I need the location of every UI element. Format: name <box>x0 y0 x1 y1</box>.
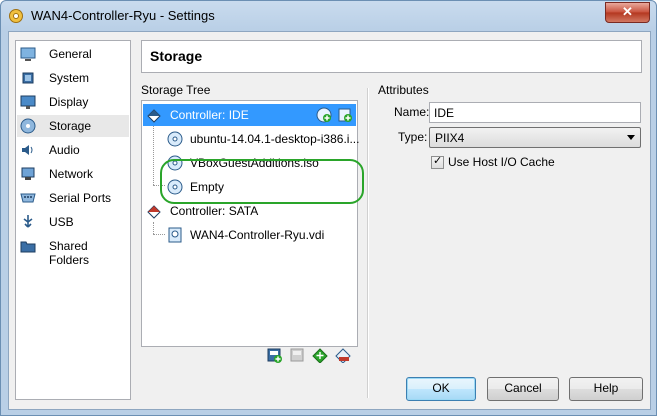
type-select[interactable]: PIIX4 <box>429 127 641 148</box>
sidebar-item-label: USB <box>49 215 74 229</box>
help-button[interactable]: Help <box>569 377 643 401</box>
sidebar-item-storage[interactable]: Storage <box>17 115 129 137</box>
folder-icon <box>20 241 36 253</box>
settings-window: WAN4-Controller-Ryu - Settings ✕ General… <box>0 0 657 416</box>
sidebar-item-label: Shared Folders <box>49 239 90 267</box>
sidebar-item-label: Network <box>49 167 94 181</box>
tree-item-vdi-disk[interactable]: WAN4-Controller-Ryu.vdi <box>143 224 356 246</box>
sidebar-item-usb[interactable]: USB <box>17 211 129 233</box>
sidebar-item-label: System <box>49 71 90 85</box>
tree-item-ubuntu-iso[interactable]: ubuntu-14.04.1-desktop-i386.i... <box>143 128 360 150</box>
sidebar-item-network[interactable]: Network <box>17 163 129 185</box>
disk-icon <box>20 118 36 134</box>
name-value: IDE <box>434 106 455 120</box>
type-label: Type: <box>398 130 428 144</box>
network-icon <box>21 167 35 180</box>
tree-item-label: WAN4-Controller-Ryu.vdi <box>190 228 325 242</box>
monitor-icon <box>20 47 36 61</box>
remove-controller-icon[interactable] <box>289 347 305 363</box>
tree-item-controller-ide[interactable]: Controller: IDE <box>143 104 356 126</box>
close-icon: ✕ <box>622 4 633 19</box>
sidebar-item-label: Storage <box>49 119 92 133</box>
sidebar-item-label: Serial Ports <box>49 191 112 205</box>
ok-button[interactable]: OK <box>406 377 476 401</box>
checkmark-icon: ✓ <box>433 155 443 167</box>
speaker-icon <box>22 145 33 155</box>
host-cache-checkbox[interactable]: ✓ <box>431 155 444 169</box>
settings-sidebar: General System Display Storage Audio Net… <box>15 40 131 400</box>
add-optical-drive-icon[interactable] <box>316 107 332 123</box>
name-label: Name: <box>394 105 430 119</box>
tree-item-label: Controller: SATA <box>170 204 259 218</box>
annotation-highlight <box>160 159 364 204</box>
sidebar-item-general[interactable]: General <box>17 43 129 65</box>
optical-disc-icon <box>167 131 183 147</box>
sata-controller-icon <box>147 205 161 219</box>
add-hard-disk-icon[interactable] <box>337 107 353 123</box>
title-bar[interactable]: WAN4-Controller-Ryu - Settings ✕ <box>1 1 656 31</box>
sidebar-item-audio[interactable]: Audio <box>17 139 129 161</box>
serial-port-icon <box>20 193 36 203</box>
type-value: PIIX4 <box>435 131 465 145</box>
tree-item-label: Controller: IDE <box>170 108 249 122</box>
host-cache-label[interactable]: Use Host I/O Cache <box>448 155 555 169</box>
close-button[interactable]: ✕ <box>605 2 650 23</box>
window-title: WAN4-Controller-Ryu - Settings <box>31 8 215 23</box>
sidebar-item-label: Display <box>49 95 89 109</box>
sidebar-item-shared-folders[interactable]: Shared Folders <box>17 235 129 267</box>
remove-attachment-icon[interactable] <box>335 347 351 363</box>
settings-gear-icon <box>9 9 23 23</box>
divider <box>367 88 369 398</box>
chip-icon <box>22 72 34 84</box>
cancel-button[interactable]: Cancel <box>487 377 559 401</box>
add-attachment-icon[interactable] <box>312 347 328 363</box>
dialog-body: General System Display Storage Audio Net… <box>8 31 651 410</box>
storage-tree[interactable]: Controller: IDE ubuntu-14.04.1-desktop-i… <box>141 100 360 347</box>
sidebar-item-system[interactable]: System <box>17 67 129 89</box>
attributes-title: Attributes <box>378 83 429 97</box>
usb-icon <box>23 215 33 228</box>
storage-tree-title: Storage Tree <box>141 83 211 97</box>
page-title: Storage <box>150 48 203 64</box>
sidebar-item-serial-ports[interactable]: Serial Ports <box>17 187 129 209</box>
chevron-down-icon <box>627 135 635 140</box>
page-header: Storage <box>141 40 642 73</box>
sidebar-item-label: General <box>49 47 92 61</box>
sidebar-item-label: Audio <box>49 143 80 157</box>
name-field[interactable]: IDE <box>429 102 641 123</box>
add-controller-icon[interactable] <box>266 347 282 363</box>
tree-item-label: ubuntu-14.04.1-desktop-i386.i... <box>190 132 360 146</box>
display-icon <box>20 95 36 109</box>
sidebar-item-display[interactable]: Display <box>17 91 129 113</box>
ide-controller-icon <box>147 109 161 123</box>
hard-disk-icon <box>168 227 182 243</box>
